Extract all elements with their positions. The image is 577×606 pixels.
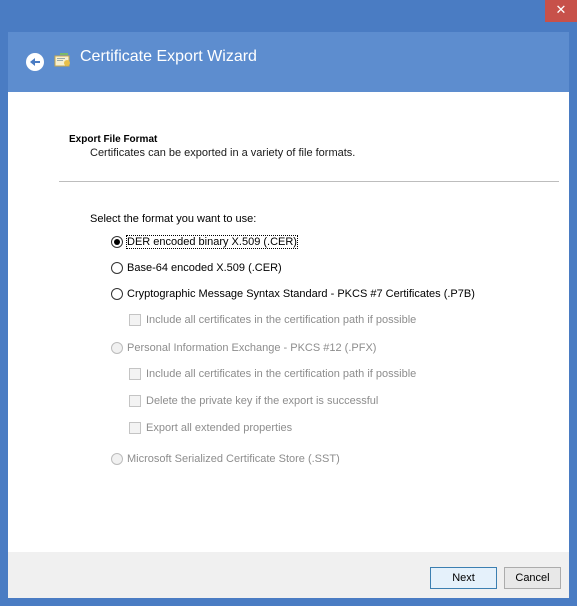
radio-base64-label: Base-64 encoded X.509 (.CER)	[127, 262, 282, 274]
checkbox-export-extended[interactable]: Export all extended properties	[129, 422, 292, 434]
wizard-content: Export File Format Certificates can be e…	[8, 92, 569, 552]
radio-button[interactable]	[111, 342, 123, 354]
close-button[interactable]: ✕	[545, 0, 577, 22]
radio-button[interactable]	[111, 288, 123, 300]
checkbox[interactable]	[129, 314, 141, 326]
radio-pkcs7-label: Cryptographic Message Syntax Standard - …	[127, 288, 475, 300]
wizard-title: Certificate Export Wizard	[80, 48, 257, 65]
divider	[59, 181, 559, 182]
close-icon: ✕	[555, 3, 567, 18]
section-title: Export File Format	[69, 134, 158, 145]
radio-pkcs7[interactable]: Cryptographic Message Syntax Standard - …	[111, 288, 475, 300]
radio-button[interactable]	[111, 262, 123, 274]
title-bar: ✕	[0, 0, 577, 32]
checkbox-pfx-include-path[interactable]: Include all certificates in the certific…	[129, 368, 416, 380]
format-prompt: Select the format you want to use:	[90, 213, 257, 225]
checkbox[interactable]	[129, 422, 141, 434]
checkbox-label: Include all certificates in the certific…	[146, 368, 417, 380]
checkbox-label: Delete the private key if the export is …	[146, 395, 379, 407]
checkbox[interactable]	[129, 395, 141, 407]
checkbox-pkcs7-include-path[interactable]: Include all certificates in the certific…	[129, 314, 416, 326]
checkbox-label: Export all extended properties	[146, 422, 293, 434]
checkbox-label: Include all certificates in the certific…	[146, 314, 417, 326]
back-arrow-icon[interactable]	[26, 53, 44, 71]
radio-pfx-label: Personal Information Exchange - PKCS #12…	[127, 342, 377, 354]
radio-button[interactable]	[111, 236, 123, 248]
cancel-button[interactable]: Cancel	[504, 567, 561, 589]
radio-der-label: DER encoded binary X.509 (.CER)	[126, 235, 298, 249]
checkbox-delete-private-key[interactable]: Delete the private key if the export is …	[129, 395, 378, 407]
wizard-window: ✕ Certificate Export Wizard Export File …	[0, 0, 577, 606]
radio-base64[interactable]: Base-64 encoded X.509 (.CER)	[111, 262, 282, 274]
certificate-icon	[54, 53, 70, 67]
radio-der[interactable]: DER encoded binary X.509 (.CER)	[111, 235, 298, 249]
radio-sst-label: Microsoft Serialized Certificate Store (…	[127, 453, 340, 465]
wizard-footer: Next Cancel	[8, 552, 569, 598]
wizard-header: Certificate Export Wizard	[8, 32, 569, 92]
radio-button[interactable]	[111, 453, 123, 465]
checkbox[interactable]	[129, 368, 141, 380]
radio-pfx[interactable]: Personal Information Exchange - PKCS #12…	[111, 342, 376, 354]
radio-sst[interactable]: Microsoft Serialized Certificate Store (…	[111, 453, 340, 465]
next-button[interactable]: Next	[430, 567, 497, 589]
section-subtitle: Certificates can be exported in a variet…	[90, 147, 356, 159]
